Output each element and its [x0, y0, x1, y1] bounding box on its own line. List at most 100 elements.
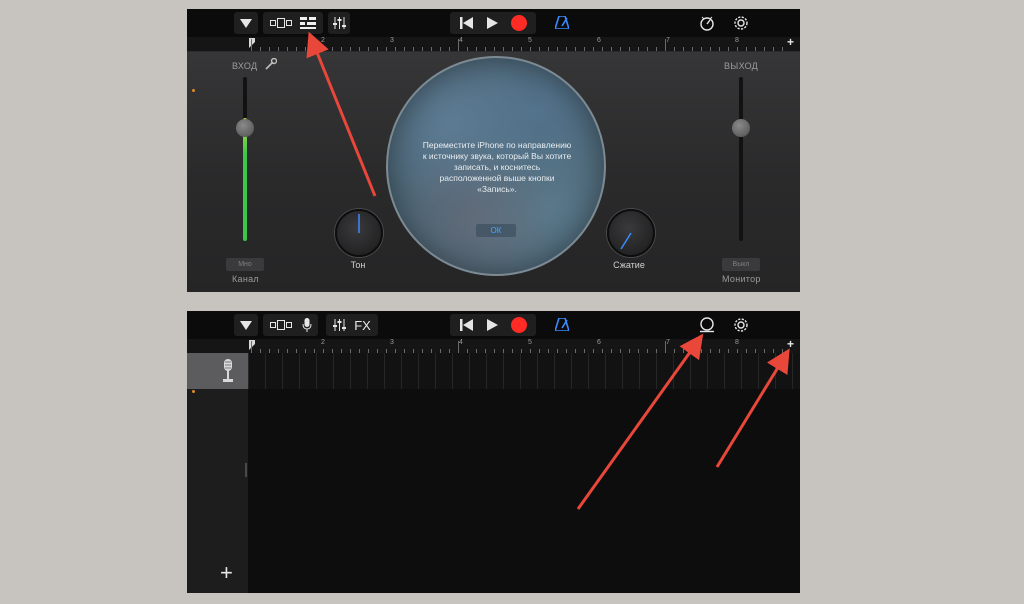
play-icon[interactable]	[486, 17, 498, 29]
loop-browser-icon[interactable]	[699, 317, 715, 333]
output-label: ВЫХОД	[724, 61, 759, 71]
output-fader-track[interactable]	[739, 77, 743, 241]
rewind-icon[interactable]	[459, 319, 473, 331]
ruler-tick	[269, 47, 270, 51]
metronome-icon[interactable]	[555, 318, 569, 331]
tracks-panel: FX 2 3 4 5 6 7 8 + +	[187, 311, 800, 593]
ruler-number: 7	[666, 37, 670, 44]
track-lane[interactable]	[248, 353, 800, 389]
playhead-icon[interactable]	[249, 38, 255, 48]
ruler-tick	[674, 47, 675, 51]
position-marker	[192, 89, 195, 92]
mixer-sliders-icon[interactable]	[333, 319, 347, 331]
ruler-tick	[422, 47, 423, 51]
record-icon[interactable]	[510, 15, 527, 31]
playhead-icon[interactable]	[249, 340, 255, 350]
grid-line	[435, 353, 436, 389]
ruler-number: 4	[459, 339, 463, 346]
tracks-view-icon[interactable]	[269, 320, 292, 330]
fx-button[interactable]: FX	[354, 318, 371, 333]
ruler-tick	[386, 47, 387, 51]
microphone-icon[interactable]	[302, 318, 312, 332]
resize-handle[interactable]	[245, 463, 247, 477]
ruler-number: 8	[735, 37, 739, 44]
timeline-ruler[interactable]: 2 3 4 5 6 7 8 +	[187, 35, 800, 52]
grid-line	[282, 353, 283, 389]
ruler-tick	[602, 47, 603, 51]
settings-gear-icon[interactable]	[733, 317, 749, 333]
monitor-off-button[interactable]: Выкл	[722, 258, 760, 271]
input-settings-icon[interactable]	[265, 58, 277, 70]
microphone-level-sphere: Переместите iPhone по направлению к исто…	[386, 56, 606, 276]
ruler-tick	[593, 47, 594, 51]
ruler-tick	[539, 47, 540, 51]
ruler-tick	[683, 47, 684, 51]
audio-recorder-track-header[interactable]	[187, 353, 248, 389]
ruler-tick	[647, 47, 648, 51]
input-fader-knob[interactable]	[236, 119, 254, 137]
ruler-tick	[404, 47, 405, 51]
add-section-button[interactable]: +	[787, 35, 794, 49]
ruler-tick	[251, 39, 252, 51]
ruler-tick	[530, 47, 531, 51]
add-section-button[interactable]: +	[787, 337, 794, 351]
add-track-button[interactable]: +	[220, 562, 233, 584]
metronome-icon[interactable]	[555, 16, 569, 29]
ruler-tick	[485, 47, 486, 51]
rewind-icon[interactable]	[459, 17, 473, 29]
ruler-tick	[458, 341, 459, 353]
ruler-tick	[629, 47, 630, 51]
ruler-tick	[665, 39, 666, 51]
grid-line	[588, 353, 589, 389]
ruler-tick	[692, 47, 693, 51]
ruler-tick	[557, 47, 558, 51]
ruler-tick	[368, 47, 369, 51]
ok-button[interactable]: ОК	[476, 224, 516, 237]
grid-line	[503, 353, 504, 389]
ruler-number: 3	[390, 339, 394, 346]
play-icon[interactable]	[486, 319, 498, 331]
ruler-tick	[251, 341, 252, 353]
ruler-tick	[575, 47, 576, 51]
compression-label: Сжатие	[613, 260, 645, 270]
ruler-number: 5	[528, 37, 532, 44]
browser-dropdown-button[interactable]	[234, 314, 258, 336]
ruler-tick	[512, 47, 513, 51]
ruler-tick	[359, 47, 360, 51]
ruler-tick	[350, 47, 351, 51]
tracks-view-icon[interactable]	[270, 18, 292, 28]
settings-gear-icon[interactable]	[733, 15, 749, 31]
grid-line	[707, 353, 708, 389]
ruler-number: 2	[321, 37, 325, 44]
record-icon[interactable]	[510, 317, 527, 333]
mixer-button[interactable]	[328, 12, 350, 34]
grid-line	[792, 353, 793, 389]
ruler-tick	[476, 47, 477, 51]
timeline-ruler[interactable]: 2 3 4 5 6 7 8 +	[187, 337, 800, 354]
tuner-icon[interactable]	[699, 15, 715, 31]
ruler-tick	[260, 47, 261, 51]
ruler-tick	[458, 39, 459, 51]
input-fader-track[interactable]	[243, 77, 247, 241]
track-list-icon[interactable]	[300, 17, 316, 29]
grid-line	[452, 353, 453, 389]
grid-line	[520, 353, 521, 389]
tone-knob[interactable]	[335, 209, 383, 257]
grid-line	[741, 353, 742, 389]
placement-prompt: Переместите iPhone по направлению к исто…	[422, 140, 572, 194]
grid-line	[571, 353, 572, 389]
grid-line	[724, 353, 725, 389]
ruler-tick	[332, 47, 333, 51]
ruler-tick	[638, 47, 639, 51]
browser-dropdown-button[interactable]	[234, 12, 258, 34]
compression-knob[interactable]	[607, 209, 655, 257]
grid-line	[690, 353, 691, 389]
mono-button[interactable]: Мно	[226, 258, 264, 271]
output-fader-knob[interactable]	[732, 119, 750, 137]
ruler-tick	[737, 47, 738, 51]
vintage-microphone-icon	[223, 359, 233, 382]
knob-indicator	[620, 232, 632, 250]
mixer-fx-group: FX	[326, 314, 378, 336]
position-marker	[192, 390, 195, 393]
ruler-tick	[710, 47, 711, 51]
